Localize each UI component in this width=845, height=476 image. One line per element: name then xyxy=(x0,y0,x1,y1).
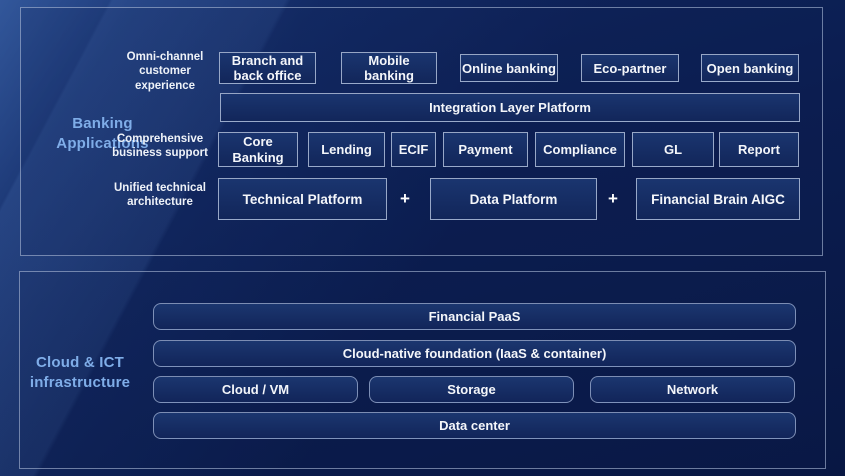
label-business-support: Comprehensive business support xyxy=(106,132,214,161)
box-core-banking: Core Banking xyxy=(218,132,298,167)
box-payment: Payment xyxy=(443,132,528,167)
box-gl: GL xyxy=(632,132,714,167)
label-omni-channel: Omni-channel customer experience xyxy=(115,50,215,93)
box-compliance: Compliance xyxy=(535,132,625,167)
plus-sign-2: + xyxy=(604,189,622,209)
box-report: Report xyxy=(719,132,799,167)
architecture-slide: Banking Applications Omni-channel custom… xyxy=(0,0,845,476)
box-financial-paas: Financial PaaS xyxy=(153,303,796,330)
box-network: Network xyxy=(590,376,795,403)
box-cloud-vm: Cloud / VM xyxy=(153,376,358,403)
box-lending: Lending xyxy=(308,132,385,167)
box-ecif: ECIF xyxy=(391,132,436,167)
box-data-platform: Data Platform xyxy=(430,178,597,220)
box-open-banking: Open banking xyxy=(701,54,799,82)
box-financial-brain-aigc: Financial Brain AIGC xyxy=(636,178,800,220)
box-mobile-banking: Mobile banking xyxy=(341,52,437,84)
box-integration-layer-platform: Integration Layer Platform xyxy=(220,93,800,122)
box-eco-partner: Eco-partner xyxy=(581,54,679,82)
cloud-ict-title: Cloud & ICT infrastructure xyxy=(16,353,144,392)
plus-sign-1: + xyxy=(396,189,414,209)
box-storage: Storage xyxy=(369,376,574,403)
box-technical-platform: Technical Platform xyxy=(218,178,387,220)
box-online-banking: Online banking xyxy=(460,54,558,82)
box-cloud-native-foundation: Cloud-native foundation (IaaS & containe… xyxy=(153,340,796,367)
box-branch-back-office: Branch and back office xyxy=(219,52,316,84)
label-unified-architecture: Unified technical architecture xyxy=(106,181,214,210)
box-data-center: Data center xyxy=(153,412,796,439)
